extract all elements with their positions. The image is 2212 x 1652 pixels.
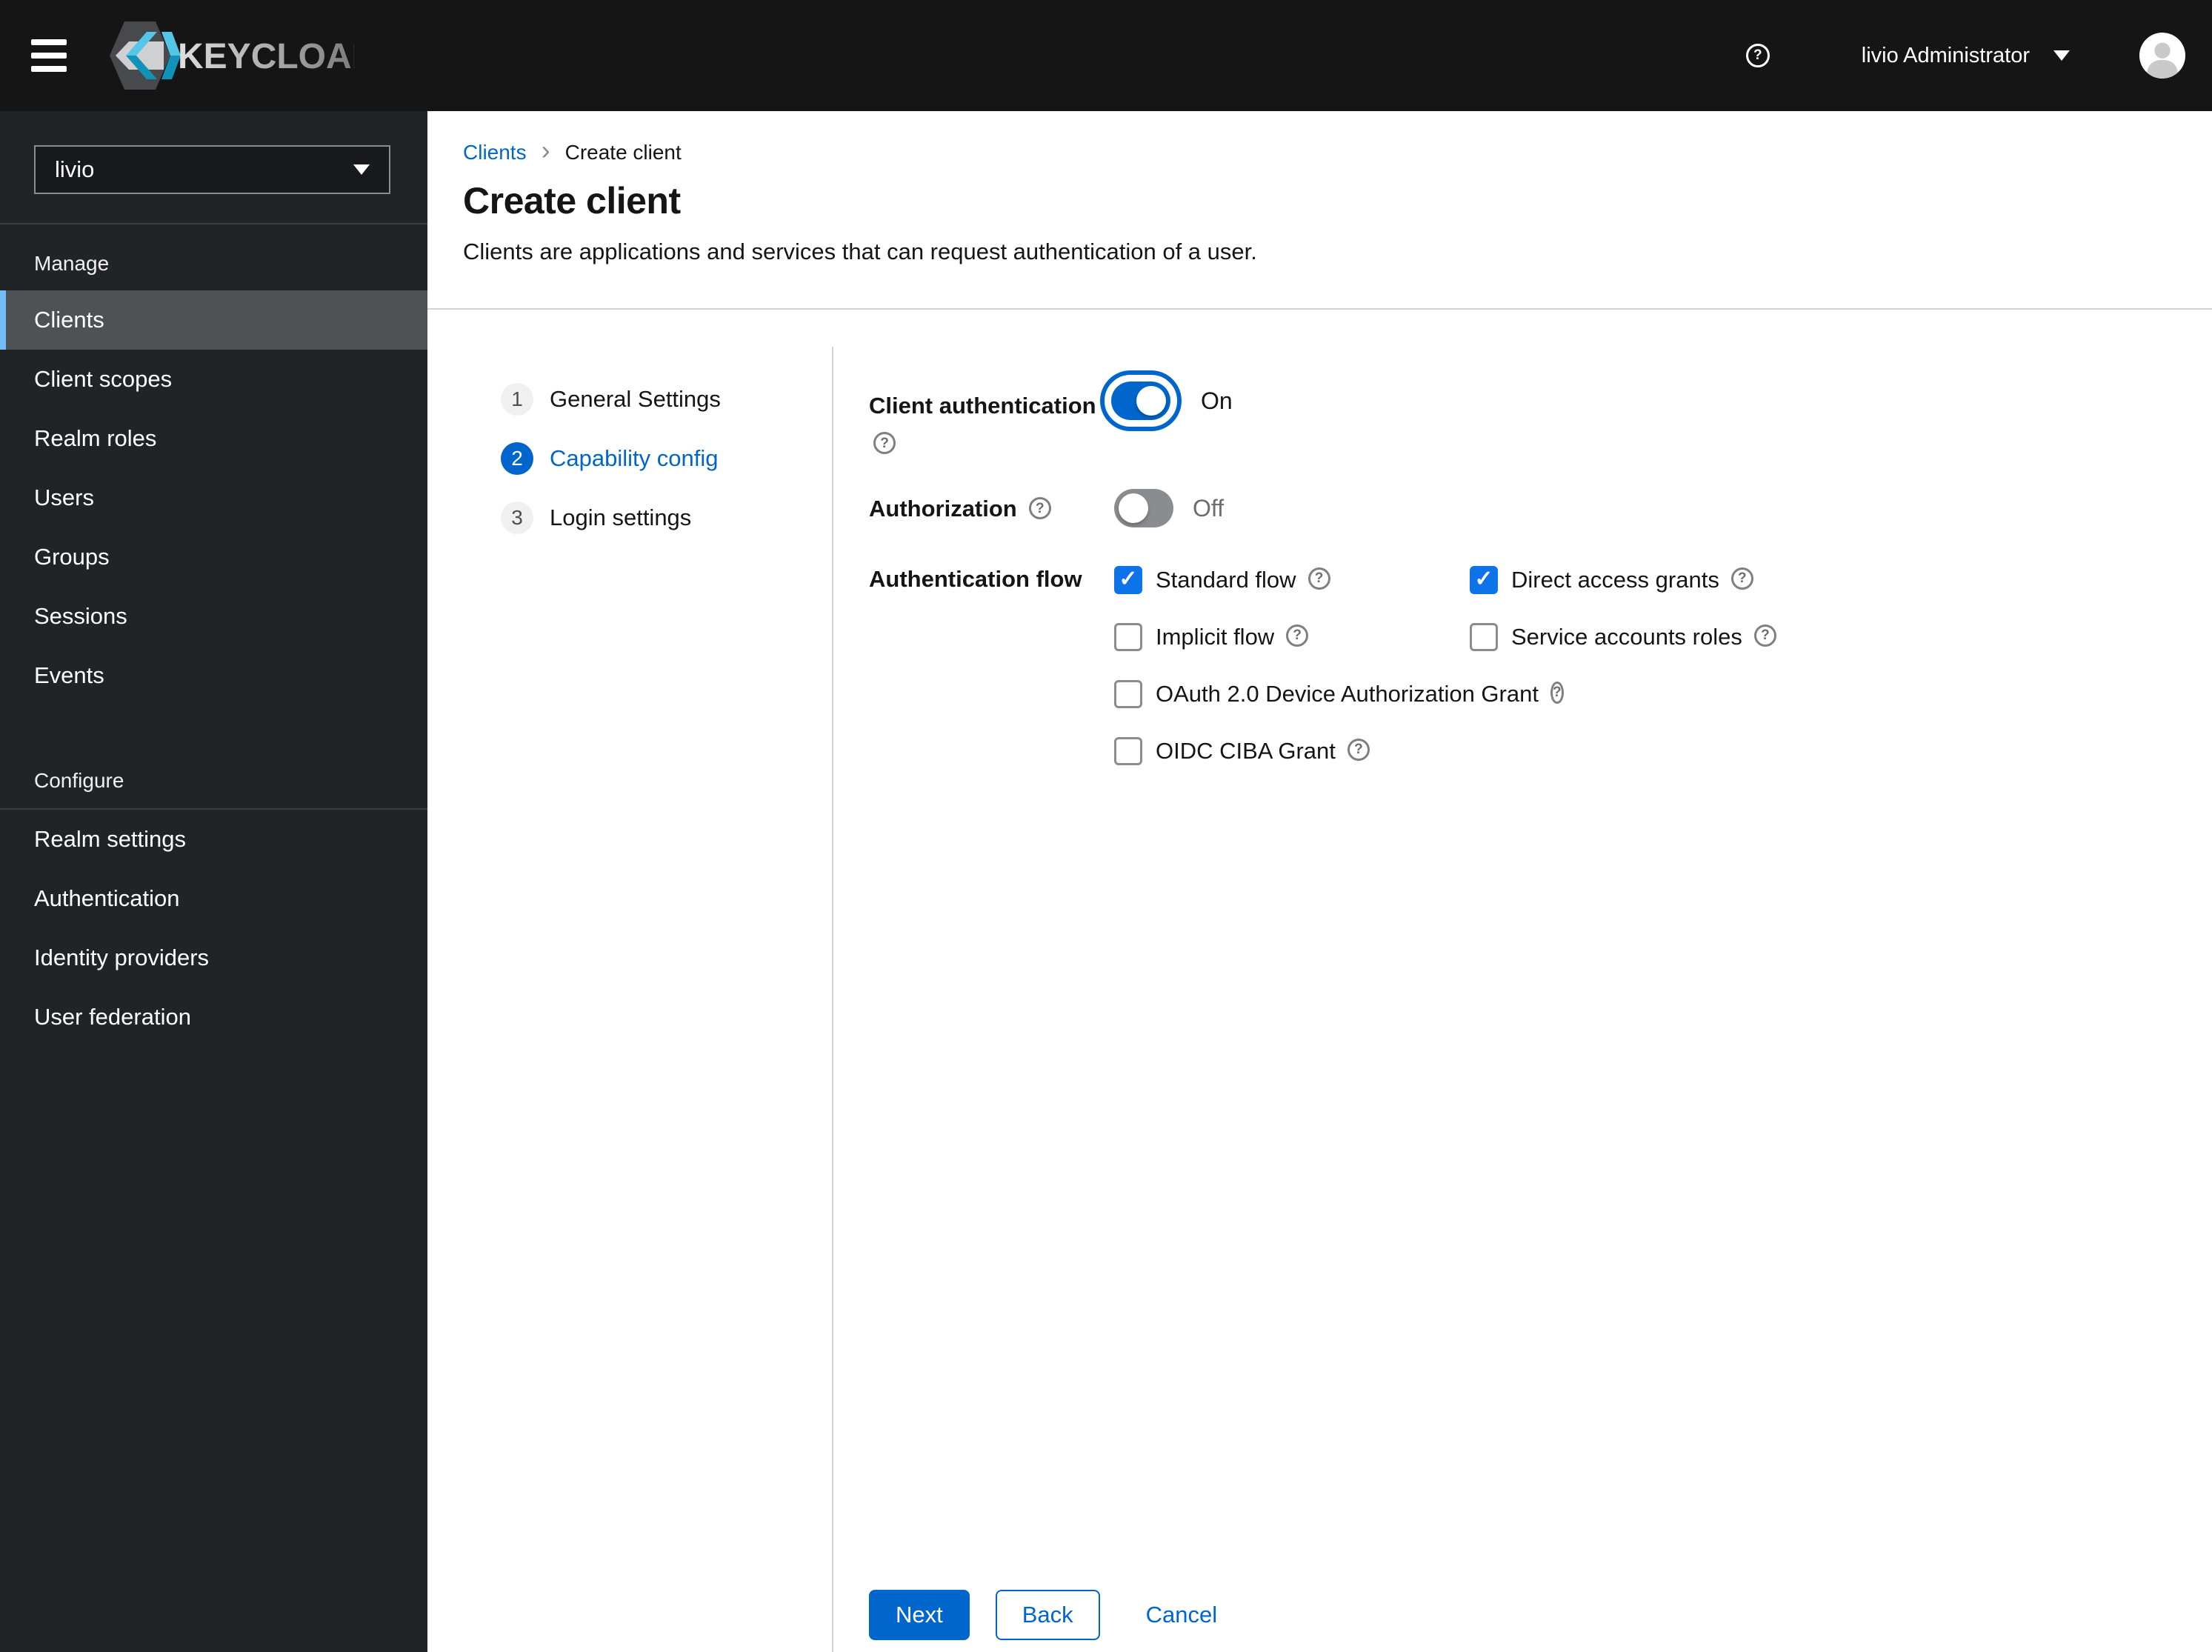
caret-down-icon — [2053, 50, 2070, 61]
header-right: ? livio Administrator — [1745, 33, 2185, 79]
help-icon[interactable]: ? — [1730, 567, 1753, 590]
page-title: Create client — [463, 180, 681, 222]
sidebar-item-authentication[interactable]: Authentication — [0, 869, 427, 928]
checkbox-oauth-device-grant[interactable]: ✓ OAuth 2.0 Device Authorization Grant ? — [1114, 679, 1564, 708]
checkbox-box: ✓ — [1470, 565, 1498, 594]
breadcrumb-link-clients[interactable]: Clients — [463, 141, 527, 164]
realm-selector[interactable]: livio — [34, 145, 390, 194]
field-client-authentication: Client authentication ? On — [869, 370, 1233, 456]
sidebar-item-client-scopes[interactable]: Client scopes — [0, 350, 427, 409]
authentication-flow-options: ✓ Standard flow ? ✓ Direct access grants… — [1114, 551, 1776, 779]
user-menu[interactable]: livio Administrator — [1857, 43, 2074, 69]
sidebar: livio Manage Clients Client scopes Realm… — [0, 111, 427, 1652]
wizard-step-general-settings[interactable]: 1 General Settings — [501, 370, 721, 429]
step-number: 1 — [501, 383, 533, 416]
checkbox-box: ✓ — [1114, 679, 1142, 708]
checkbox-service-accounts-roles[interactable]: ✓ Service accounts roles ? — [1470, 622, 1776, 651]
help-icon[interactable]: ? — [1745, 44, 1770, 67]
wizard-step-capability-config[interactable]: 2 Capability config — [501, 429, 721, 488]
user-avatar-icon — [2139, 33, 2185, 79]
wizard-nav: 1 General Settings 2 Capability config 3… — [501, 370, 721, 547]
client-authentication-control: On — [1100, 370, 1233, 431]
step-number: 2 — [501, 442, 533, 475]
keycloak-logo: KEYCLOAK — [110, 19, 354, 93]
header-divider — [427, 308, 2212, 310]
sidebar-divider — [0, 223, 427, 224]
wizard-actions: Next Back Cancel — [869, 1590, 1217, 1640]
help-icon[interactable]: ? — [873, 432, 896, 454]
field-authentication-flow: Authentication flow ✓ Standard flow ? ✓ … — [869, 551, 1776, 779]
chevron-right-icon: › — [541, 135, 550, 165]
sidebar-item-clients[interactable]: Clients — [0, 290, 427, 350]
sidebar-item-realm-settings[interactable]: Realm settings — [0, 810, 427, 869]
check-icon: ✓ — [1474, 566, 1493, 591]
header: KEYCLOAK ? livio Administrator — [0, 0, 2212, 111]
sidebar-section-configure: Configure — [34, 769, 124, 792]
main-content: Clients › Create client Create client Cl… — [427, 111, 2212, 1652]
keycloak-logo-icon: KEYCLOAK — [110, 21, 354, 90]
brand-text: KEYCLOAK — [178, 37, 354, 76]
step-label: Login settings — [550, 504, 692, 530]
step-number: 3 — [501, 502, 533, 534]
help-icon[interactable]: ? — [1028, 497, 1051, 520]
client-authentication-label: Client authentication ? — [869, 370, 1100, 456]
configure-nav-list: Realm settings Authentication Identity p… — [0, 810, 427, 1047]
avatar[interactable] — [2139, 33, 2185, 79]
current-realm: livio — [55, 156, 95, 182]
toggle-knob — [1119, 493, 1148, 523]
help-icon[interactable]: ? — [1307, 567, 1330, 590]
manage-nav-list: Clients Client scopes Realm roles Users … — [0, 290, 427, 705]
help-icon[interactable]: ? — [1550, 681, 1564, 704]
sidebar-section-manage: Manage — [34, 252, 110, 275]
sidebar-item-identity-providers[interactable]: Identity providers — [0, 928, 427, 987]
sidebar-item-user-federation[interactable]: User federation — [0, 987, 427, 1047]
page-description: Clients are applications and services th… — [463, 239, 1257, 264]
step-label: Capability config — [550, 445, 719, 471]
user-name: livio Administrator — [1861, 43, 2030, 67]
checkbox-direct-access-grants[interactable]: ✓ Direct access grants ? — [1470, 565, 1776, 594]
checkbox-box: ✓ — [1114, 622, 1142, 651]
sidebar-item-groups[interactable]: Groups — [0, 527, 427, 587]
help-icon[interactable]: ? — [1286, 624, 1309, 647]
step-label: General Settings — [550, 386, 721, 412]
help-icon[interactable]: ? — [1753, 624, 1776, 647]
sidebar-item-events[interactable]: Events — [0, 646, 427, 705]
authorization-toggle[interactable] — [1114, 489, 1173, 527]
checkbox-implicit-flow[interactable]: ✓ Implicit flow ? — [1114, 622, 1470, 651]
nav-toggle-button[interactable] — [31, 39, 67, 72]
authorization-label: Authorization? — [869, 493, 1100, 524]
check-icon: ✓ — [1119, 566, 1138, 591]
keycloak-admin-console: KEYCLOAK ? livio Administrator livio — [0, 0, 2212, 1652]
sidebar-item-realm-roles[interactable]: Realm roles — [0, 409, 427, 468]
wizard-step-login-settings[interactable]: 3 Login settings — [501, 488, 721, 547]
checkbox-oidc-ciba-grant[interactable]: ✓ OIDC CIBA Grant ? — [1114, 736, 1470, 765]
authentication-flow-label: Authentication flow — [869, 566, 1082, 592]
checkbox-box: ✓ — [1114, 565, 1142, 594]
breadcrumb: Clients › Create client — [463, 135, 682, 166]
help-icon[interactable]: ? — [1347, 738, 1370, 761]
client-authentication-toggle[interactable] — [1111, 382, 1170, 420]
checkbox-box: ✓ — [1114, 736, 1142, 765]
sidebar-item-users[interactable]: Users — [0, 468, 427, 527]
wizard-form-divider — [832, 347, 833, 1652]
back-button[interactable]: Back — [995, 1590, 1100, 1640]
checkbox-standard-flow[interactable]: ✓ Standard flow ? — [1114, 565, 1470, 594]
checkbox-box: ✓ — [1470, 622, 1498, 651]
sidebar-item-sessions[interactable]: Sessions — [0, 587, 427, 646]
toggle-knob — [1136, 386, 1166, 416]
toggle-state-label: On — [1201, 387, 1233, 414]
field-authorization: Authorization? Off — [869, 485, 1224, 531]
caret-down-icon — [353, 164, 370, 175]
toggle-state-label: Off — [1193, 494, 1225, 522]
authorization-control: Off — [1100, 489, 1224, 527]
next-button[interactable]: Next — [869, 1590, 970, 1640]
cancel-button[interactable]: Cancel — [1146, 1590, 1218, 1640]
breadcrumb-current: Create client — [564, 141, 682, 164]
toggle-focus-ring — [1100, 370, 1182, 431]
